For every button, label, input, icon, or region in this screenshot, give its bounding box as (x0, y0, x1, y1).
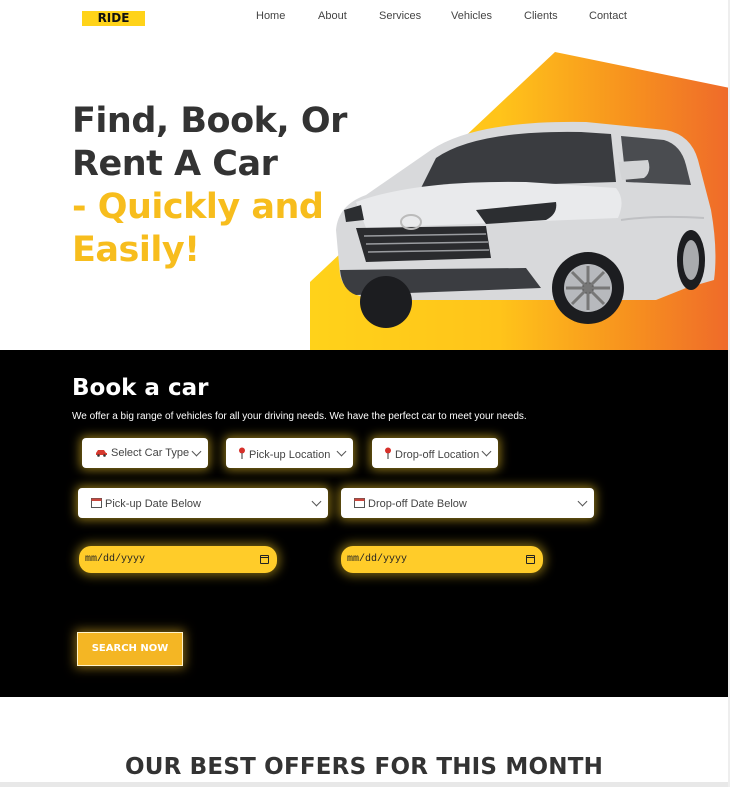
hero-title-line2: Rent A Car (72, 144, 278, 184)
pickup-location-select[interactable]: Pick-up Location (226, 438, 353, 468)
section-divider (0, 782, 730, 787)
top-navigation: RIDE Home About Services Vehicles Client… (0, 0, 730, 40)
location-pin-icon (385, 447, 391, 459)
dropoff-location-select[interactable]: Drop-off Location (372, 438, 498, 468)
car-type-label: Select Car Type (111, 447, 190, 459)
chevron-down-icon (191, 446, 202, 457)
nav-about[interactable]: About (318, 10, 347, 22)
nav-clients[interactable]: Clients (524, 10, 558, 22)
chevron-down-icon (481, 446, 492, 457)
hero-accent-line1: - Quickly and (72, 187, 324, 227)
pickup-date-select[interactable]: Pick-up Date Below (78, 488, 328, 518)
car-icon (96, 450, 107, 457)
chevron-down-icon (311, 496, 322, 507)
nav-contact[interactable]: Contact (589, 10, 627, 22)
dropoff-date-select[interactable]: Drop-off Date Below (341, 488, 594, 518)
calendar-icon[interactable] (526, 555, 535, 564)
pickup-location-label: Pick-up Location (249, 449, 331, 461)
calendar-icon (354, 498, 365, 508)
calendar-icon[interactable] (260, 555, 269, 564)
hero-title-line1: Find, Book, Or (72, 101, 347, 141)
brand-logo[interactable]: RIDE (82, 11, 145, 26)
chevron-down-icon (577, 496, 588, 507)
pickup-date-input[interactable]: mm/dd/yyyy (79, 546, 277, 573)
dropoff-date-input[interactable]: mm/dd/yyyy (341, 546, 543, 573)
offers-title: OUR BEST OFFERS FOR THIS MONTH (124, 754, 604, 780)
nav-vehicles[interactable]: Vehicles (451, 10, 492, 22)
nav-home[interactable]: Home (256, 10, 285, 22)
hero-heading: Find, Book, Or Rent A Car - Quickly and … (72, 100, 352, 272)
booking-description: We offer a big range of vehicles for all… (72, 411, 527, 422)
chevron-down-icon (336, 446, 347, 457)
calendar-icon (91, 498, 102, 508)
pickup-date-placeholder: mm/dd/yyyy (85, 554, 146, 565)
dropoff-location-label: Drop-off Location (395, 449, 480, 461)
location-pin-icon (239, 447, 245, 459)
car-type-select[interactable]: Select Car Type (82, 438, 208, 468)
dropoff-date-placeholder: mm/dd/yyyy (347, 554, 408, 565)
booking-title: Book a car (72, 375, 209, 401)
booking-section: Book a car We offer a big range of vehic… (0, 350, 728, 697)
search-now-button[interactable]: SEARCH NOW (77, 632, 183, 666)
hero-accent-line2: Easily! (72, 230, 200, 270)
hero-car-image (336, 121, 716, 328)
dropoff-date-label: Drop-off Date Below (368, 498, 467, 510)
nav-services[interactable]: Services (379, 10, 421, 22)
pickup-date-label: Pick-up Date Below (105, 498, 201, 510)
